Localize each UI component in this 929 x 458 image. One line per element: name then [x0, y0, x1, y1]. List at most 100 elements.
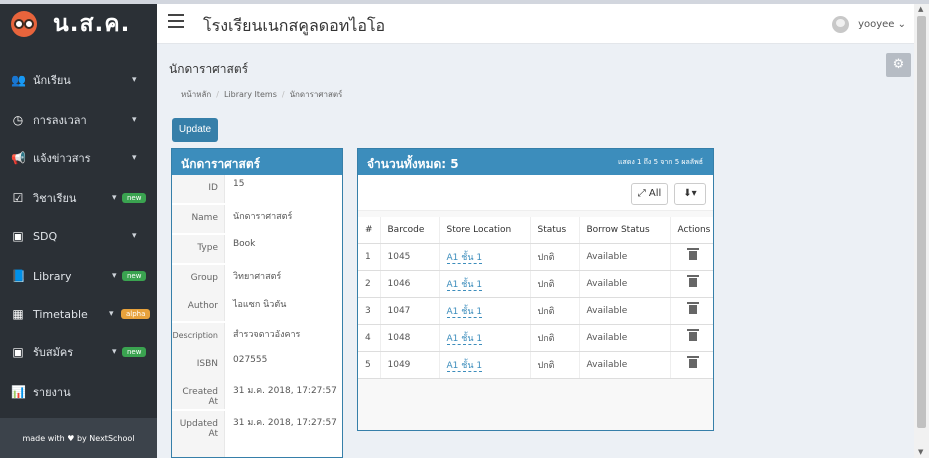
detail-row-description: Description สำรวจดาวอังคาร — [172, 323, 342, 351]
sidebar-item-label: แจ้งข่าวสาร — [33, 152, 91, 165]
menu-toggle-icon[interactable] — [168, 14, 184, 30]
chevron-down-icon: ▾ — [132, 231, 137, 241]
chevron-down-icon: ▾ — [132, 115, 137, 125]
breadcrumb: หน้าหลัก / Library Items / นักดาราศาสตร์ — [169, 82, 901, 104]
bar-chart-icon: 📊 — [11, 385, 26, 399]
copies-total: จำนวนทั้งหมด: 5 — [367, 157, 459, 171]
table-row: 5 1049 A1 ชั้น 1 ปกติ Available — [358, 351, 713, 379]
page-scrollbar[interactable]: ▲ ▼ — [914, 4, 929, 458]
sidebar-footer: made with ♥ by NextSchool — [0, 418, 157, 458]
sidebar-item-subjects[interactable]: ☑ วิชาเรียน ▾ new — [0, 180, 157, 216]
store-location-link[interactable]: A1 ชั้น 1 — [446, 333, 483, 345]
sidebar-item-label: นักเรียน — [33, 74, 71, 87]
details-heading: นักดาราศาสตร์ — [172, 149, 342, 175]
col-borrow-status: Borrow Status — [579, 217, 671, 244]
copies-heading: จำนวนทั้งหมด: 5 แสดง 1 ถึง 5 จาก 5 ผลลัพ… — [358, 149, 713, 175]
sidebar-item-label: SDQ — [33, 229, 58, 243]
chevron-down-icon: ▾ — [112, 271, 117, 281]
expand-icon: ⤢ — [637, 188, 646, 199]
app-title: โรงเรียนเนกสคูลดอทไอโอ — [203, 16, 386, 35]
gear-icon: ⚙ — [892, 57, 905, 72]
chevron-down-icon: ▾ — [112, 347, 117, 357]
new-badge: new — [122, 193, 147, 203]
trash-icon[interactable] — [686, 355, 699, 368]
col-status: Status — [530, 217, 580, 244]
sidebar-item-library[interactable]: 📘 Library ▾ new — [0, 258, 157, 294]
chevron-down-icon: ▾ — [109, 309, 114, 319]
trash-icon[interactable] — [686, 274, 699, 287]
user-name: yooyee ⌄ — [858, 19, 906, 30]
calendar-icon: ☑ — [12, 191, 24, 205]
sidebar-item-label: รับสมัคร — [33, 346, 74, 359]
copies-summary: แสดง 1 ถึง 5 จาก 5 ผลลัพธ์ — [618, 158, 703, 166]
sidebar-item-sdq[interactable]: ▣ SDQ ▾ — [0, 218, 157, 254]
export-button[interactable]: ⬇▾ — [674, 183, 706, 205]
sidebar-item-admissions[interactable]: ▣ รับสมัคร ▾ new — [0, 334, 157, 370]
caret-down-icon: ▾ — [691, 188, 697, 199]
new-badge: new — [122, 347, 147, 357]
trash-icon[interactable] — [686, 301, 699, 314]
clock-icon: ◷ — [12, 113, 24, 127]
logo[interactable]: น.ส.ค. — [0, 4, 157, 44]
logo-text: น.ส.ค. — [53, 11, 131, 37]
scroll-up-icon[interactable]: ▲ — [918, 5, 923, 13]
col-barcode: Barcode — [380, 217, 440, 244]
sidebar-item-label: Timetable — [33, 307, 88, 321]
detail-row-name: Name นักดาราศาสตร์ — [172, 205, 342, 233]
sidebar-item-timetable[interactable]: ▦ Timetable ▾ alpha — [0, 296, 157, 332]
sidebar-item-label: รายงาน — [33, 386, 71, 399]
breadcrumb-home[interactable]: หน้าหลัก — [181, 90, 211, 99]
user-menu[interactable]: yooyee ⌄ — [832, 16, 906, 33]
report-icon: ▣ — [12, 229, 24, 243]
col-actions: Actions — [670, 217, 713, 244]
table-row: 4 1048 A1 ชั้น 1 ปกติ Available — [358, 324, 713, 352]
breadcrumb-library-items[interactable]: Library Items — [224, 90, 277, 99]
item-details-panel: นักดาราศาสตร์ ID 15 Name นักดาราศาสตร์ Typ… — [171, 148, 343, 458]
id-card-icon: ▣ — [12, 345, 24, 359]
store-location-link[interactable]: A1 ชั้น 1 — [446, 279, 483, 291]
scroll-down-icon[interactable]: ▼ — [918, 448, 923, 456]
sidebar-item-reports[interactable]: 📊 รายงาน — [0, 374, 157, 410]
avatar — [832, 16, 850, 33]
sidebar-item-label: วิชาเรียน — [33, 192, 77, 205]
sidebar-item-attendance[interactable]: ◷ การลงเวลา ▾ — [0, 102, 157, 138]
update-button[interactable]: Update — [172, 118, 218, 142]
settings-button[interactable]: ⚙ — [886, 53, 911, 77]
sidebar-item-label: Library — [33, 269, 72, 283]
chevron-down-icon: ▾ — [132, 75, 137, 85]
trash-icon[interactable] — [686, 247, 699, 260]
detail-row-created-at: Created At 31 ม.ค. 2018, 17:27:57 — [172, 379, 342, 409]
col-store-location: Store Location — [439, 217, 531, 244]
store-location-link[interactable]: A1 ชั้น 1 — [446, 360, 483, 372]
detail-row-updated-at: Updated At 31 ม.ค. 2018, 17:27:57 — [172, 411, 342, 457]
book-icon: 📘 — [11, 269, 26, 283]
sidebar-item-label: การลงเวลา — [33, 114, 87, 127]
sidebar: น.ส.ค. 👥 นักเรียน ▾ ◷ การลงเวลา ▾ 📢 แจ้ง… — [0, 4, 157, 458]
detail-row-type: Type Book — [172, 235, 342, 263]
sidebar-item-announcements[interactable]: 📢 แจ้งข่าวสาร ▾ — [0, 140, 157, 176]
topbar: โรงเรียนเนกสคูลดอทไอโอ yooyee ⌄ — [157, 4, 914, 44]
store-location-link[interactable]: A1 ชั้น 1 — [446, 306, 483, 318]
alpha-badge: alpha — [121, 309, 151, 319]
megaphone-icon: 📢 — [11, 151, 26, 165]
copies-table: # Barcode Store Location Status Borrow S… — [358, 217, 713, 379]
table-row: 3 1047 A1 ชั้น 1 ปกติ Available — [358, 297, 713, 325]
col-number: # — [358, 217, 381, 244]
sidebar-item-students[interactable]: 👥 นักเรียน ▾ — [0, 62, 157, 98]
copies-panel: จำนวนทั้งหมด: 5 แสดง 1 ถึง 5 จาก 5 ผลลัพ… — [357, 148, 714, 431]
server-icon: ▦ — [12, 307, 24, 321]
show-all-button[interactable]: ⤢ All — [631, 183, 668, 205]
detail-row-group: Group วิทยาศาสตร์ — [172, 265, 342, 293]
table-toolbar: ⤢ All ⬇▾ — [358, 175, 713, 211]
table-row: 1 1045 A1 ชั้น 1 ปกติ Available — [358, 243, 713, 271]
page-title: นักดาราศาสตร์ — [169, 62, 249, 76]
chevron-down-icon: ▾ — [132, 153, 137, 163]
table-header-row: # Barcode Store Location Status Borrow S… — [358, 217, 713, 244]
trash-icon[interactable] — [686, 328, 699, 341]
breadcrumb-current: นักดาราศาสตร์ — [289, 90, 343, 99]
users-icon: 👥 — [11, 73, 26, 87]
chevron-down-icon: ▾ — [112, 193, 117, 203]
scrollbar-thumb[interactable] — [917, 16, 926, 428]
store-location-link[interactable]: A1 ชั้น 1 — [446, 252, 483, 264]
detail-row-isbn: ISBN 027555 — [172, 351, 342, 379]
